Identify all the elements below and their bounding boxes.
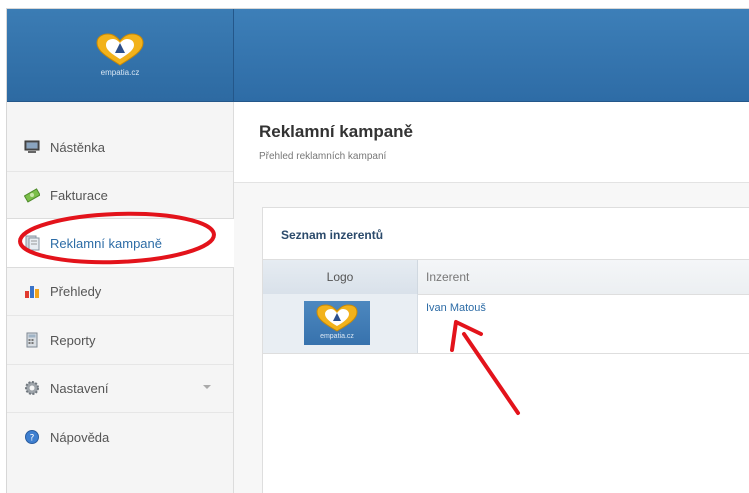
page-title: Reklamní kampaně [259, 122, 414, 141]
panel-title: Seznam inzerentů [281, 228, 384, 242]
main-content: Seznam inzerentů Logo Inzerent empatia.c… [234, 183, 749, 493]
logo-heart-icon [316, 304, 358, 332]
sidebar-item-label: Přehledy [50, 283, 102, 299]
sidebar-item-fakturace[interactable]: Fakturace [7, 171, 233, 220]
page-header: Reklamní kampaně Přehled reklamních kamp… [234, 102, 749, 183]
chevron-down-icon [203, 385, 211, 389]
money-icon [23, 187, 41, 203]
page-subtitle: Přehled reklamních kampaní [259, 151, 387, 162]
sidebar-item-nastenka[interactable]: Nástěnka [7, 123, 233, 172]
bar-chart-icon [24, 283, 40, 299]
calculator-icon [24, 332, 40, 348]
app-window: empatia.cz Nástěnka Fakturace Reklamní k… [6, 8, 749, 493]
sidebar-item-label: Nástěnka [50, 139, 105, 155]
help-icon: ? [24, 429, 40, 445]
sidebar-item-label: Fakturace [50, 187, 108, 203]
top-header: empatia.cz [7, 9, 749, 102]
column-header-inzerent[interactable]: Inzerent [418, 260, 749, 294]
sidebar: Nástěnka Fakturace Reklamní kampaně Přeh… [7, 102, 234, 493]
advertisers-panel: Seznam inzerentů Logo Inzerent empatia.c… [262, 207, 749, 493]
column-header-logo[interactable]: Logo [263, 260, 418, 294]
sidebar-item-label: Nápověda [50, 429, 110, 445]
sidebar-item-nastaveni[interactable]: Nastavení [7, 364, 233, 413]
empatia-logo[interactable]: empatia.cz [87, 33, 153, 83]
svg-text:?: ? [30, 434, 35, 444]
table-row: empatia.cz Ivan Matouš [263, 294, 749, 354]
sidebar-item-label: Reklamní kampaně [50, 235, 162, 251]
logo-heart-icon [96, 33, 144, 66]
sidebar-item-reklamni-kampane[interactable]: Reklamní kampaně [7, 218, 234, 268]
advertiser-logo: empatia.cz [304, 301, 370, 345]
advertiser-logo-text: empatia.cz [320, 333, 354, 340]
advertiser-logo-cell: empatia.cz [263, 294, 418, 353]
sidebar-item-label: Reporty [50, 332, 96, 348]
sidebar-item-prehledy[interactable]: Přehledy [7, 267, 233, 316]
gear-icon [24, 380, 40, 396]
logo-text: empatia.cz [100, 68, 140, 77]
advertiser-link[interactable]: Ivan Matouš [426, 302, 486, 314]
header-logo-area: empatia.cz [7, 9, 234, 101]
sidebar-item-napoveda[interactable]: ? Nápověda [7, 413, 233, 461]
sidebar-item-label: Nastavení [50, 380, 109, 396]
document-icon [24, 235, 40, 251]
sidebar-item-reporty[interactable]: Reporty [7, 316, 233, 365]
monitor-icon [24, 139, 40, 155]
table-header: Logo Inzerent [263, 259, 749, 295]
